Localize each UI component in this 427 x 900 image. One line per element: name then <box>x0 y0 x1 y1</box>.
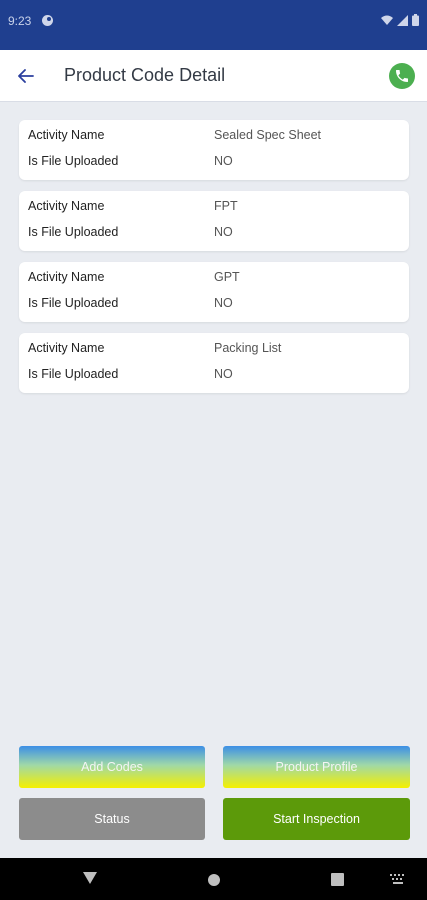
status-time: 9:23 <box>8 14 32 28</box>
activity-name-label: Activity Name <box>28 341 105 355</box>
page-title: Product Code Detail <box>64 65 226 85</box>
file-uploaded-value: NO <box>214 154 233 168</box>
activity-card[interactable]: Activity Name GPT Is File Uploaded NO <box>19 262 409 322</box>
status-bar: 9:23 <box>0 0 427 50</box>
product-profile-button[interactable]: Product Profile <box>223 746 410 788</box>
screen: 9:23 Product Code Detail Activity Name S… <box>0 0 427 900</box>
nav-back-icon[interactable] <box>83 872 97 886</box>
activity-name-row: Activity Name Packing List <box>19 341 409 361</box>
activity-name-value: GPT <box>214 270 240 284</box>
activity-name-row: Activity Name FPT <box>19 199 409 219</box>
app-notification-icon <box>42 15 53 26</box>
file-uploaded-value: NO <box>214 296 233 310</box>
activity-name-row: Activity Name GPT <box>19 270 409 290</box>
activity-name-label: Activity Name <box>28 199 105 213</box>
activity-name-value: FPT <box>214 199 238 213</box>
app-bar: Product Code Detail <box>0 50 427 102</box>
nav-home-icon[interactable] <box>208 874 220 886</box>
back-arrow-icon <box>18 69 34 83</box>
activity-card[interactable]: Activity Name FPT Is File Uploaded NO <box>19 191 409 251</box>
activity-list: Activity Name Sealed Spec Sheet Is File … <box>19 120 409 404</box>
activity-card[interactable]: Activity Name Packing List Is File Uploa… <box>19 333 409 393</box>
system-nav-bar <box>0 858 427 900</box>
phone-icon <box>396 70 408 82</box>
signal-icon <box>397 14 408 26</box>
start-inspection-button[interactable]: Start Inspection <box>223 798 410 840</box>
back-button[interactable] <box>12 62 40 90</box>
file-uploaded-value: NO <box>214 367 233 381</box>
file-uploaded-row: Is File Uploaded NO <box>19 296 409 316</box>
keyboard-icon[interactable] <box>390 874 406 884</box>
file-uploaded-label: Is File Uploaded <box>28 225 119 239</box>
activity-card[interactable]: Activity Name Sealed Spec Sheet Is File … <box>19 120 409 180</box>
file-uploaded-row: Is File Uploaded NO <box>19 225 409 245</box>
file-uploaded-label: Is File Uploaded <box>28 367 119 381</box>
nav-recents-icon[interactable] <box>331 873 344 886</box>
file-uploaded-row: Is File Uploaded NO <box>19 154 409 174</box>
activity-name-row: Activity Name Sealed Spec Sheet <box>19 128 409 148</box>
wifi-icon <box>381 15 393 25</box>
status-button[interactable]: Status <box>19 798 205 840</box>
activity-name-value: Sealed Spec Sheet <box>214 128 322 142</box>
battery-icon <box>412 14 419 26</box>
status-icons <box>381 14 419 26</box>
activity-name-value: Packing List <box>214 341 282 355</box>
activity-name-label: Activity Name <box>28 128 105 142</box>
file-uploaded-label: Is File Uploaded <box>28 296 119 310</box>
file-uploaded-row: Is File Uploaded NO <box>19 367 409 387</box>
file-uploaded-value: NO <box>214 225 233 239</box>
add-codes-button[interactable]: Add Codes <box>19 746 205 788</box>
file-uploaded-label: Is File Uploaded <box>28 154 119 168</box>
call-button[interactable] <box>389 63 415 89</box>
activity-name-label: Activity Name <box>28 270 105 284</box>
